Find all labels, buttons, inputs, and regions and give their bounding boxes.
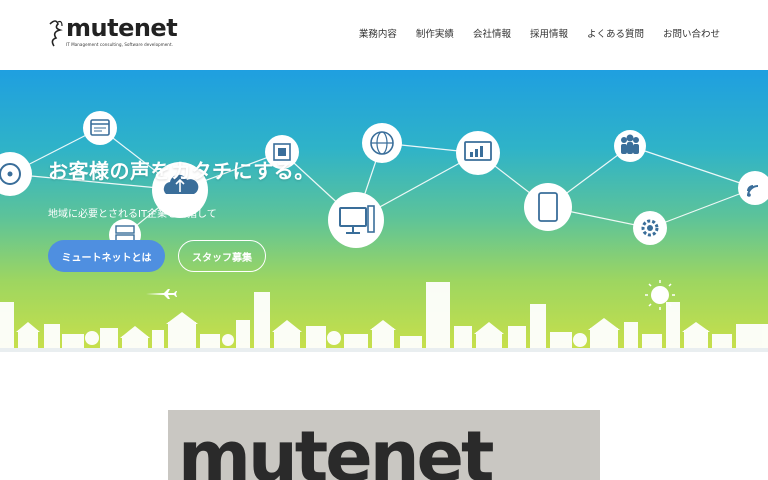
hero-section: お客様の声をカタチにする。 地域に必要とされるIT企業を目指して ミュートネット…: [0, 70, 768, 352]
network-node-window: [83, 111, 117, 145]
about-button[interactable]: ミュートネットとは: [48, 240, 165, 272]
logo-mark-icon: [49, 20, 63, 47]
network-node-gear: [633, 211, 667, 245]
photo-sign-text: mutenet: [178, 416, 494, 480]
cityscape-illustration: [0, 282, 768, 352]
network-node-wifi: [738, 171, 768, 205]
nav-item-faq[interactable]: よくある質問: [587, 26, 644, 40]
logo-tagline: IT Management consulting, Software devel…: [66, 42, 173, 47]
office-sign-photo: mutenet: [168, 410, 600, 480]
network-node-people: [614, 130, 646, 162]
network-node-computer: [328, 192, 384, 248]
hero-subtitle: 地域に必要とされるIT企業を目指して: [48, 209, 217, 220]
site-logo[interactable]: mutenet IT Management consulting, Softwa…: [46, 14, 186, 54]
main-nav: 業務内容 制作実績 会社情報 採用情報 よくある質問 お問い合わせ: [359, 26, 720, 40]
network-node-tablet: [524, 183, 572, 231]
staff-recruit-button[interactable]: スタッフ募集: [178, 240, 266, 272]
nav-item-services[interactable]: 業務内容: [359, 26, 397, 40]
network-node-monitor-chart: [456, 131, 500, 175]
site-header: mutenet IT Management consulting, Softwa…: [0, 0, 768, 70]
nav-item-works[interactable]: 制作実績: [416, 26, 454, 40]
hero-title: お客様の声をカタチにする。: [48, 159, 315, 183]
logo-text: mutenet: [66, 14, 178, 42]
network-node-globe: [362, 123, 402, 163]
nav-item-recruit[interactable]: 採用情報: [530, 26, 568, 40]
network-node-disc: [0, 152, 32, 196]
nav-item-company[interactable]: 会社情報: [473, 26, 511, 40]
nav-item-contact[interactable]: お問い合わせ: [663, 26, 720, 40]
